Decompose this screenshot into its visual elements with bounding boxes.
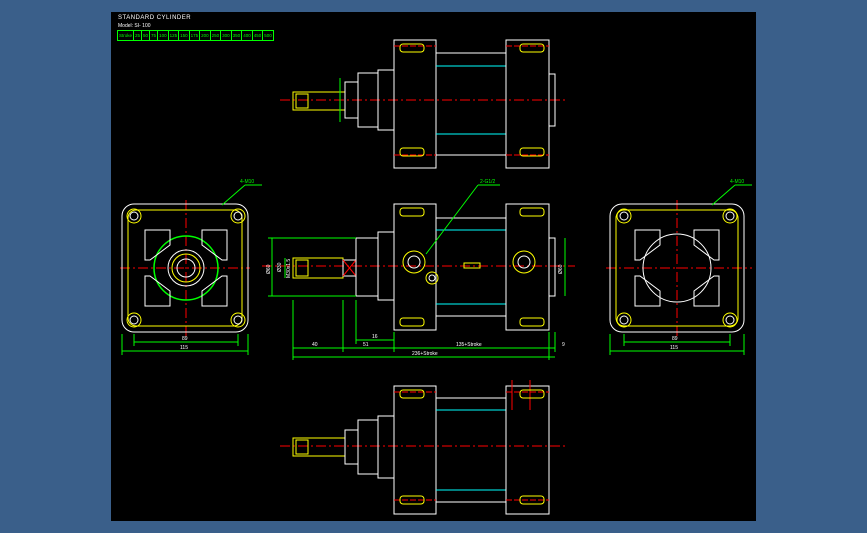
- bottom-barrel: [435, 397, 507, 503]
- dim-16: 16: [372, 334, 378, 340]
- right-bolt-hole-br: [722, 312, 738, 328]
- left-bolt-hole-tl: [126, 208, 142, 224]
- dim-rod-dia: M30x1.5: [286, 259, 292, 278]
- dim-51: 51: [363, 342, 369, 348]
- right-bolt-hole-tr: [722, 208, 738, 224]
- left-end-view: [120, 184, 262, 355]
- dim-body: 135+Stroke: [456, 342, 482, 348]
- left-bolt-hole-bl: [126, 312, 142, 328]
- right-port-note: 4-M10: [730, 179, 744, 185]
- top-barrel: [435, 52, 507, 156]
- bottom-rod: [292, 437, 346, 457]
- top-rod: [292, 91, 346, 111]
- dim-ext: Ø60: [266, 264, 272, 274]
- right-bolt-hole-bl: [616, 312, 632, 328]
- top-view: [280, 39, 565, 169]
- front-view: [262, 184, 575, 360]
- dim-bore: Ø30: [277, 262, 283, 272]
- front-port-b: [512, 250, 536, 274]
- right-width-outer: 115: [670, 345, 678, 351]
- left-width-outer: 115: [180, 345, 188, 351]
- bottom-front-cap: [393, 385, 437, 515]
- dim-total: 236+Stroke: [412, 351, 438, 357]
- right-bolt-hole-tl: [616, 208, 632, 224]
- front-front-cap: [393, 203, 437, 331]
- front-rod: [292, 257, 344, 279]
- center-port-note: 2-G1/2: [480, 179, 496, 185]
- front-barrel: [435, 217, 507, 317]
- left-width-inner: 89: [182, 336, 188, 342]
- cad-drawing: 4-M10 89 115 2-G1/2 40 51 16 135+Stroke …: [120, 39, 752, 515]
- left-port-note: 4-M10: [240, 179, 254, 185]
- dim-rod: 40: [312, 342, 318, 348]
- front-port-a: [402, 250, 426, 274]
- bottom-view: [280, 380, 565, 515]
- dim-boss: Ø60: [558, 264, 564, 274]
- right-width-inner: 89: [672, 336, 678, 342]
- right-end-view: [606, 184, 752, 355]
- dim-end: 9: [562, 342, 565, 348]
